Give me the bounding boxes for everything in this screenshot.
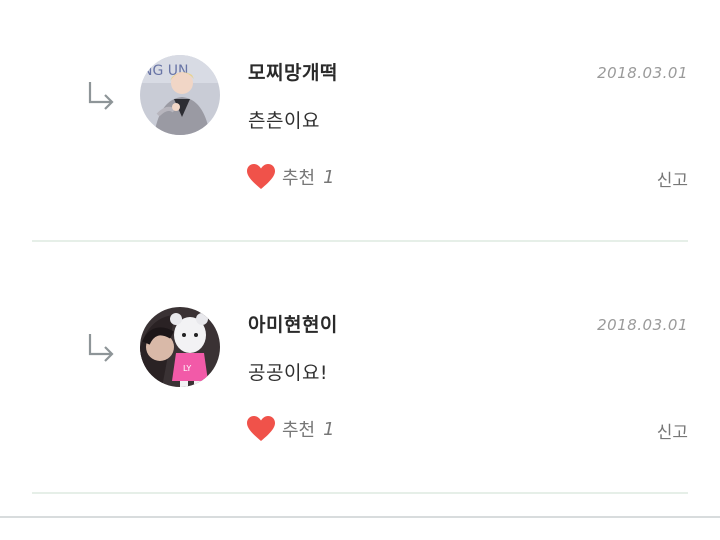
comment-thread: NG UN 모찌망개떡 2018.03.01 츤츤이요 추천 1 신고 LY 아…: [0, 0, 720, 540]
heart-icon: [247, 164, 275, 189]
reply-arrow-icon: [88, 334, 114, 362]
avatar[interactable]: NG UN: [140, 55, 220, 135]
avatar-photo: NG UN: [140, 55, 220, 135]
like-button[interactable]: 추천 1: [246, 414, 335, 444]
report-button[interactable]: 신고: [657, 166, 688, 191]
like-count: 1: [323, 166, 335, 188]
like-button[interactable]: 추천 1: [246, 162, 335, 192]
section-border: [0, 516, 720, 518]
divider: [32, 492, 688, 494]
nickname[interactable]: 모찌망개떡: [248, 58, 338, 85]
avatar[interactable]: LY: [140, 307, 220, 387]
avatar-photo: LY: [140, 307, 220, 387]
post-date: 2018.03.01: [597, 316, 688, 334]
reply-content: 츤츤이요: [248, 110, 320, 132]
reply-item: NG UN 모찌망개떡 2018.03.01 츤츤이요 추천 1 신고: [0, 0, 720, 252]
like-label: 추천: [282, 420, 316, 441]
reply-item: LY 아미현현이 2018.03.01 공공이요! 추천 1 신고: [0, 252, 720, 504]
reply-content: 공공이요!: [248, 362, 329, 384]
divider: [32, 240, 688, 242]
post-date: 2018.03.01: [597, 64, 688, 82]
like-count: 1: [323, 418, 335, 440]
svg-text:LY: LY: [183, 364, 191, 373]
like-label: 추천: [282, 168, 316, 189]
report-button[interactable]: 신고: [657, 418, 688, 443]
nickname[interactable]: 아미현현이: [248, 310, 338, 337]
heart-icon: [247, 416, 275, 441]
reply-arrow-icon: [88, 82, 114, 110]
